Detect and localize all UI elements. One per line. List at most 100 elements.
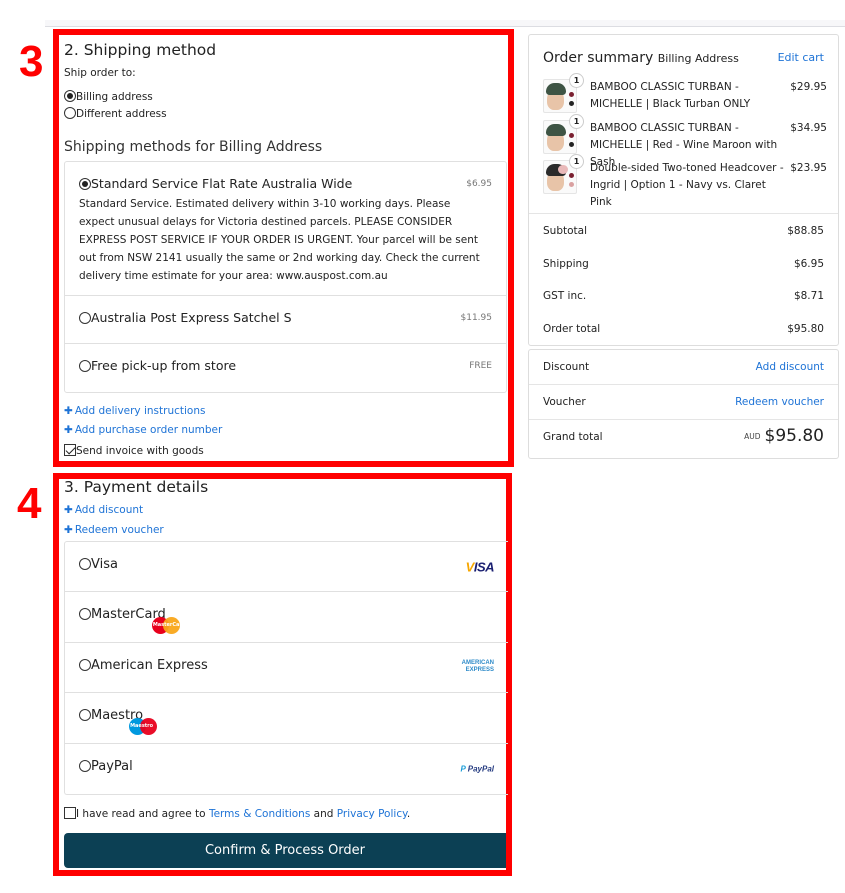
terms-prefix: I have read and agree to xyxy=(76,808,209,820)
shipping-method-pickup[interactable]: Free pick-up from store FREE xyxy=(65,344,506,392)
add-delivery-instructions-link[interactable]: ✚ Add delivery instructions xyxy=(64,405,205,417)
payment-method-name: American Express xyxy=(91,657,208,673)
ship-to-billing-option[interactable]: Billing address xyxy=(64,90,153,103)
send-invoice-option[interactable]: Send invoice with goods xyxy=(64,444,204,457)
shipping-method-description: Standard Service. Estimated delivery wit… xyxy=(79,198,480,282)
plus-icon: ✚ xyxy=(64,405,73,417)
cart-item: 1 Double-sided Two-toned Headcover - Ing… xyxy=(543,154,827,208)
cart-item-price: $23.95 xyxy=(790,162,827,174)
edit-cart-link[interactable]: Edit cart xyxy=(778,51,824,64)
total-label: Order total xyxy=(543,323,601,335)
total-value: $95.80 xyxy=(787,323,824,335)
cart-item-price: $29.95 xyxy=(790,81,827,93)
shipping-methods-title: Shipping methods for Billing Address xyxy=(64,139,323,155)
grand-total-amount: AUD $95.80 xyxy=(744,426,824,446)
annotation-marker-3: 3 xyxy=(19,37,44,86)
different-address-radio[interactable] xyxy=(64,107,76,119)
order-summary-title: Order summary Billing Address xyxy=(543,50,739,66)
order-summary-heading: Order summary xyxy=(543,50,654,66)
total-value: $6.95 xyxy=(793,258,824,270)
pickup-shipping-radio[interactable] xyxy=(79,360,91,372)
discount-voucher-card: Discount Add discount Voucher Redeem vou… xyxy=(528,349,839,459)
shipping-method-name: Free pick-up from store xyxy=(91,358,237,373)
plus-icon: ✚ xyxy=(64,504,73,516)
shipping-method-standard[interactable]: Standard Service Flat Rate Australia Wid… xyxy=(65,162,506,296)
billing-address-label: Billing address xyxy=(76,91,153,103)
shipping-method-price: FREE xyxy=(469,361,492,371)
total-value: $88.85 xyxy=(787,225,824,237)
ship-to-label: Ship order to: xyxy=(64,67,136,79)
annotation-marker-4: 4 xyxy=(17,479,42,528)
redeem-voucher-link[interactable]: ✚ Redeem voucher xyxy=(64,524,164,536)
gst-row: GST inc. $8.71 xyxy=(543,290,824,302)
cart-item: 1 BAMBOO CLASSIC TURBAN - MICHELLE | Red… xyxy=(543,114,827,168)
shipping-method-name: Standard Service Flat Rate Australia Wid… xyxy=(91,176,353,191)
cart-item-name: Double-sided Two-toned Headcover - Ingri… xyxy=(590,162,784,208)
standard-shipping-radio[interactable] xyxy=(79,178,91,190)
paypal-radio[interactable] xyxy=(79,759,91,772)
send-invoice-checkbox[interactable] xyxy=(64,444,76,456)
voucher-row: Voucher Redeem voucher xyxy=(529,385,838,420)
grand-total-row: Grand total AUD $95.80 xyxy=(529,420,838,459)
confirm-process-order-button[interactable]: Confirm & Process Order xyxy=(64,833,506,868)
terms-and: and xyxy=(310,808,337,820)
amex-radio[interactable] xyxy=(79,658,91,671)
add-discount-link[interactable]: ✚ Add discount xyxy=(64,504,143,516)
quantity-badge: 1 xyxy=(569,154,584,169)
payment-method-visa[interactable]: Visa VISA xyxy=(65,542,508,593)
quantity-badge: 1 xyxy=(569,73,584,88)
maestro-radio[interactable] xyxy=(79,709,91,722)
payment-methods-list: Visa VISA MasterCard MasterCard American… xyxy=(64,541,508,795)
ship-to-different-option[interactable]: Different address xyxy=(64,107,167,120)
total-value: $8.71 xyxy=(793,290,824,302)
total-label: Shipping xyxy=(543,258,589,270)
terms-conditions-link[interactable]: Terms & Conditions xyxy=(209,808,310,820)
cart-item-name: BAMBOO CLASSIC TURBAN - MICHELLE | Black… xyxy=(590,81,751,110)
paypal-logo-icon: P PayPal xyxy=(460,764,494,774)
payment-method-maestro[interactable]: Maestro Maestro xyxy=(65,693,508,744)
shipping-method-express[interactable]: Australia Post Express Satchel S $11.95 xyxy=(65,296,506,344)
summary-divider xyxy=(529,213,838,214)
mastercard-radio[interactable] xyxy=(79,608,91,621)
privacy-policy-link[interactable]: Privacy Policy xyxy=(337,808,407,820)
order-summary-card: Order summary Billing Address Edit cart … xyxy=(528,34,839,346)
summary-add-discount-link[interactable]: Add discount xyxy=(756,361,824,373)
add-purchase-order-link[interactable]: ✚ Add purchase order number xyxy=(64,424,222,436)
payment-method-mastercard[interactable]: MasterCard MasterCard xyxy=(65,592,508,643)
express-shipping-radio[interactable] xyxy=(79,312,91,324)
page-top-bar xyxy=(45,20,845,27)
discount-row: Discount Add discount xyxy=(529,350,838,385)
mastercard-logo-text: MasterCard xyxy=(152,622,186,629)
shipping-methods-list: Standard Service Flat Rate Australia Wid… xyxy=(64,161,507,393)
voucher-label: Voucher xyxy=(543,396,586,408)
add-discount-label: Add discount xyxy=(74,504,144,516)
payment-title: 3. Payment details xyxy=(64,478,209,496)
add-delivery-instructions-label: Add delivery instructions xyxy=(74,405,206,417)
send-invoice-label: Send invoice with goods xyxy=(76,445,204,457)
subtotal-row: Subtotal $88.85 xyxy=(543,225,824,237)
currency-code: AUD xyxy=(744,432,761,441)
add-purchase-order-label: Add purchase order number xyxy=(74,424,223,436)
visa-radio[interactable] xyxy=(79,558,91,570)
shipping-method-price: $11.95 xyxy=(460,313,493,323)
terms-agreement[interactable]: I have read and agree to Terms & Conditi… xyxy=(64,807,410,820)
grand-total-value: $95.80 xyxy=(764,426,824,446)
payment-method-amex[interactable]: American Express AMERICAN EXPRESS xyxy=(65,643,508,694)
total-label: GST inc. xyxy=(543,290,587,302)
shipping-row: Shipping $6.95 xyxy=(543,258,824,270)
redeem-voucher-label: Redeem voucher xyxy=(74,524,164,536)
payment-method-name: PayPal xyxy=(91,758,133,774)
billing-address-radio[interactable] xyxy=(64,90,76,102)
visa-logo-icon: VISA xyxy=(465,559,495,575)
plus-icon: ✚ xyxy=(64,424,73,436)
payment-method-paypal[interactable]: PayPal P PayPal xyxy=(65,744,508,794)
discount-label: Discount xyxy=(543,361,590,373)
terms-suffix: . xyxy=(406,808,411,820)
plus-icon: ✚ xyxy=(64,524,73,536)
order-summary-subtitle: Billing Address xyxy=(657,52,739,65)
order-total-row: Order total $95.80 xyxy=(543,323,824,335)
summary-redeem-voucher-link[interactable]: Redeem voucher xyxy=(735,396,824,408)
shipping-title: 2. Shipping method xyxy=(64,41,217,59)
maestro-logo-text: Maestro xyxy=(130,722,154,729)
terms-checkbox[interactable] xyxy=(64,807,76,819)
